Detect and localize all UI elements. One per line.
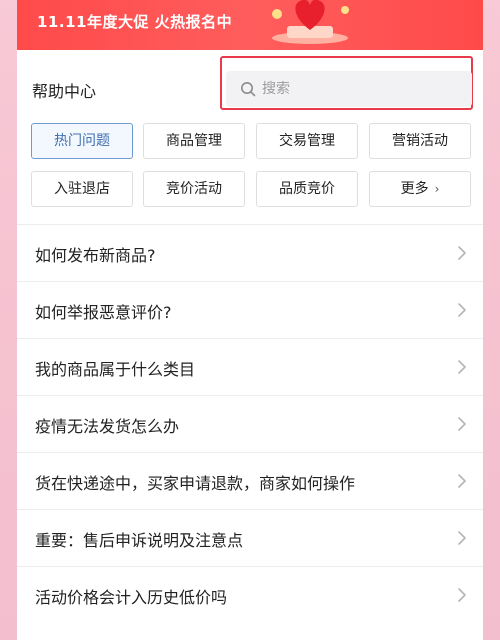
- tab-label: 更多: [400, 181, 429, 197]
- faq-question: 重要：售后申诉说明及注意点: [35, 531, 244, 550]
- chevron-right-icon: [458, 588, 466, 602]
- faq-item-historical-low-price[interactable]: 活动价格会计入历史低价吗: [17, 567, 483, 623]
- faq-question: 如何举报恶意评价?: [35, 303, 172, 322]
- promo-banner-text: 11.11年度大促 火热报名中: [37, 13, 233, 31]
- gift-heart-icon: [272, 0, 349, 44]
- search-input[interactable]: [262, 71, 462, 107]
- help-center-card: 11.11年度大促 火热报名中 帮助中心 热门问题 商品管理 交易管理 营销活动…: [17, 0, 483, 640]
- chevron-right-icon: [458, 360, 466, 374]
- faq-item-report-review[interactable]: 如何举报恶意评价?: [17, 282, 483, 338]
- chevron-right-icon: [458, 417, 466, 431]
- tab-transaction-management[interactable]: 交易管理: [256, 123, 358, 159]
- tab-product-management[interactable]: 商品管理: [143, 123, 245, 159]
- tab-label: 营销活动: [392, 133, 448, 149]
- promo-banner[interactable]: 11.11年度大促 火热报名中: [17, 0, 483, 50]
- chevron-right-icon: [458, 246, 466, 260]
- tab-marketing-activities[interactable]: 营销活动: [369, 123, 471, 159]
- chevron-right-icon: [458, 531, 466, 545]
- tab-hot-questions[interactable]: 热门问题: [31, 123, 133, 159]
- faq-question: 疫情无法发货怎么办: [35, 417, 180, 436]
- faq-item-refund-in-transit[interactable]: 货在快递途中，买家申请退款，商家如何操作: [17, 453, 483, 509]
- tab-label: 竞价活动: [166, 181, 222, 197]
- faq-question: 我的商品属于什么类目: [35, 360, 196, 379]
- faq-item-epidemic-shipping[interactable]: 疫情无法发货怎么办: [17, 396, 483, 452]
- search-box[interactable]: [226, 71, 472, 107]
- tab-bidding-activities[interactable]: 竞价活动: [143, 171, 245, 207]
- faq-question: 货在快递途中，买家申请退款，商家如何操作: [35, 474, 356, 493]
- tab-onboarding-exit[interactable]: 入驻退店: [31, 171, 133, 207]
- tab-more[interactable]: 更多 ›: [369, 171, 471, 207]
- tab-label: 商品管理: [166, 133, 222, 149]
- tab-label: 热门问题: [54, 133, 110, 149]
- faq-item-after-sales-appeal[interactable]: 重要：售后申诉说明及注意点: [17, 510, 483, 566]
- search-icon: [241, 82, 256, 97]
- tab-label: 品质竞价: [279, 181, 335, 197]
- faq-item-product-category[interactable]: 我的商品属于什么类目: [17, 339, 483, 395]
- chevron-right-icon: [458, 303, 466, 317]
- help-header: 帮助中心: [17, 50, 483, 120]
- chevron-right-icon: ›: [434, 182, 440, 196]
- chevron-right-icon: [458, 474, 466, 488]
- faq-question: 如何发布新商品?: [35, 246, 156, 265]
- tab-label: 交易管理: [279, 133, 335, 149]
- tab-quality-bidding[interactable]: 品质竞价: [256, 171, 358, 207]
- tab-label: 入驻退店: [54, 181, 110, 197]
- faq-item-publish-product[interactable]: 如何发布新商品?: [17, 225, 483, 281]
- page-title: 帮助中心: [32, 82, 97, 101]
- faq-question: 活动价格会计入历史低价吗: [35, 588, 228, 607]
